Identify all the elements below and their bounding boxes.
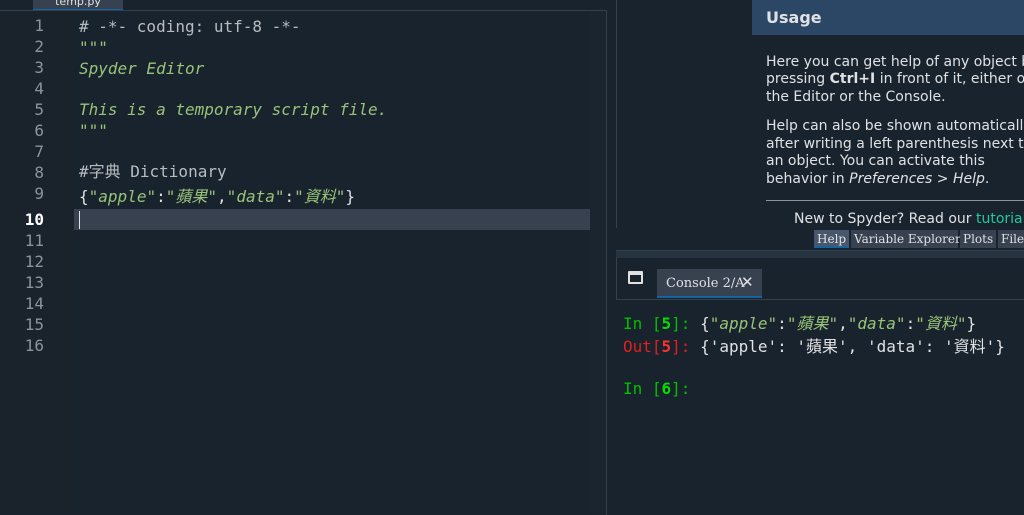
in-prompt: In [ [623,379,662,398]
line-number: 7 [34,142,44,161]
code-line-5: This is a temporary script file. [79,100,388,119]
console-tab-label: Console 2/A [666,276,745,291]
help-text-line: pressing Ctrl+I in front of it, either o… [766,70,1024,88]
code-token: 資料 [303,187,336,206]
line-number: 2 [34,37,44,56]
console-input-line: In [5]: {"apple":"蘋果","data":"資料"} [623,314,976,334]
tab-plots[interactable]: Plots [960,230,996,248]
out-prompt-end: ]: [671,337,701,356]
text-caret [79,211,80,229]
code-token: apple [98,187,147,206]
line-number: 1 [34,16,44,35]
help-text-line: Help can also be shown automatically [766,118,1024,134]
line-number: 11 [24,231,44,250]
line-number: 6 [34,121,44,140]
line-number: 15 [24,315,44,334]
tab-files[interactable]: Files [998,230,1024,248]
help-text-line: the Editor or the Console. [766,89,946,105]
current-line-number: 10 [24,210,44,229]
in-prompt-end: ]: [671,314,701,333]
in-prompt: In [ [623,314,662,333]
code-token: : [284,187,295,206]
code-line-2: """ [79,38,108,57]
line-number: 16 [24,336,44,355]
code-token: " [165,187,176,206]
help-text-line: after writing a left parenthesis next to [766,136,1024,152]
line-number: 12 [24,252,44,271]
code-line-9: {"apple":"蘋果","data":"資料"} [79,187,355,207]
help-text: . [984,171,990,187]
prompt-number: 5 [661,314,672,333]
browse-tabs-icon[interactable] [628,271,643,284]
line-number: 14 [24,294,44,313]
code-line-3: Spyder Editor [79,59,205,78]
tutorial-link[interactable]: tutorial [976,211,1024,227]
code-token: : [156,187,166,206]
tab-help[interactable]: Help [814,230,849,248]
console-tab[interactable]: Console 2/A ✕ [657,269,762,298]
help-tutorial-line: New to Spyder? Read our tutorial [794,211,1024,227]
code-token: data [236,187,275,206]
out-prompt: Out[ [623,337,662,356]
code-token: , [217,187,227,206]
code-token: " [207,187,218,206]
help-shortcut: Ctrl+I [829,71,876,87]
tab-variable-explorer[interactable]: Variable Explorer [851,230,961,248]
editor-tab-strip: temp.py [0,0,608,11]
help-text-line: behavior in Preferences > Help. [766,170,1024,188]
help-text: behavior in [766,171,850,187]
console-input-text: {"apple":"蘋果","data":"資料"} [700,314,977,333]
code-area[interactable]: # -*- coding: utf-8 -*- """ Spyder Edito… [74,11,590,514]
help-header: Usage [752,0,1024,35]
code-token: { [79,187,89,206]
code-line-8: #字典 Dictionary [79,162,227,181]
code-token: 蘋果 [175,187,208,206]
line-number: 3 [34,58,44,77]
in-prompt-end: ]: [671,379,691,398]
prompt-number: 6 [661,379,672,398]
code-token: " [88,187,99,206]
line-number: 8 [34,163,44,182]
help-text-line: an object. You can activate this [766,153,985,169]
line-number: 5 [34,100,44,119]
console-output-line: Out[5]: {'apple': '蘋果', 'data': '資料'} [623,337,1005,357]
console-input-line: In [6]: [623,379,690,399]
code-token: " [146,187,157,206]
code-token: " [335,187,346,206]
line-number-gutter: 1 2 3 4 5 6 7 8 9 10 11 12 13 14 15 16 [0,11,74,514]
line-number: 13 [24,273,44,292]
close-icon[interactable]: ✕ [741,273,754,291]
help-text: in front of it, either on [875,71,1024,87]
vertical-splitter[interactable] [608,0,616,514]
help-preferences-path: Preferences > Help [849,171,985,187]
code-token: " [294,187,304,206]
line-number: 4 [34,79,44,98]
prompt-number: 5 [661,337,672,356]
console-output-text: {'apple': '蘋果', 'data': '資料'} [700,337,1005,356]
code-token: " [226,187,237,206]
help-text-line: Here you can get help of any object by [766,54,1024,70]
help-text: New to Spyder? Read our [794,211,976,227]
help-title: Usage [766,8,822,27]
code-token: } [345,187,356,206]
code-line-6: """ [79,121,108,140]
help-divider [766,200,1024,201]
editor-scrollbar[interactable] [590,11,606,514]
help-usage-panel: Usage Here you can get help of any objec… [752,0,1024,228]
code-line-1: # -*- coding: utf-8 -*- [79,17,301,36]
help-text: pressing [766,71,830,87]
line-number: 9 [34,184,44,203]
